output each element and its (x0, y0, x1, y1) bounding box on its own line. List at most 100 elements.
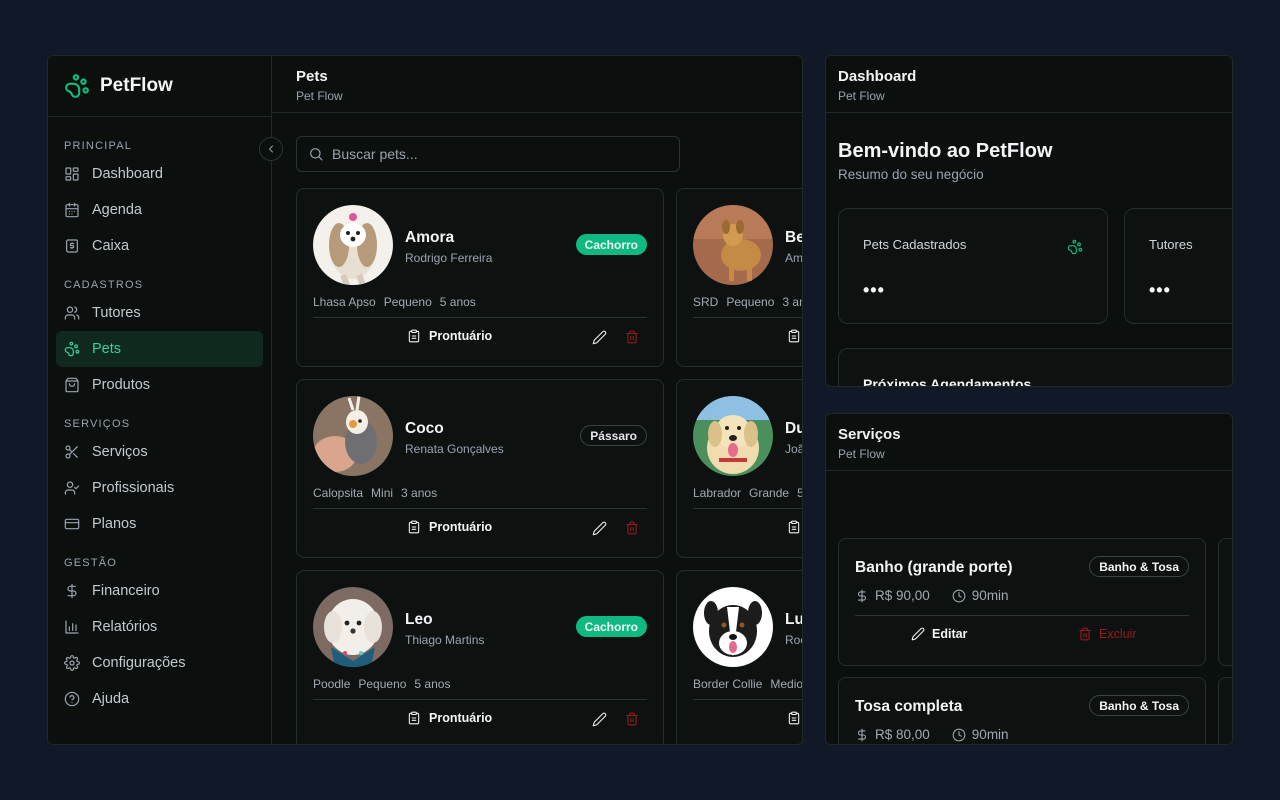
pet-owner: Joã (785, 442, 803, 456)
service-card-partial[interactable] (1218, 677, 1232, 744)
dashboard-window: Dashboard Pet Flow Bem-vindo ao PetFlow … (825, 55, 1233, 387)
trash-icon[interactable] (625, 712, 639, 726)
medical-record-button[interactable]: Prontuário (787, 520, 802, 534)
collapse-sidebar-button[interactable] (259, 137, 283, 161)
pet-card[interactable]: Amora Rodrigo Ferreira Cachorro Lhasa Ap… (296, 188, 664, 367)
dashboard-header: Dashboard Pet Flow (826, 56, 1232, 113)
section-servicos: SERVIÇOS (64, 418, 131, 430)
pet-photo-border-collie (693, 587, 773, 667)
pet-card[interactable]: Coco Renata Gonçalves Pássaro Calopsita M… (296, 379, 664, 558)
medical-record-button[interactable]: Prontuário (407, 329, 492, 343)
search-placeholder: Buscar pets... (332, 146, 418, 162)
sidebar-item-label: Agenda (92, 202, 142, 218)
pet-breed: Border Collie (693, 677, 763, 691)
pet-photo-srd (693, 205, 773, 285)
dashboard-title: Dashboard (838, 68, 917, 85)
pet-owner: Roc (785, 633, 802, 647)
pet-photo-calopsita (313, 396, 393, 476)
clipboard-icon (407, 329, 421, 343)
sidebar-item-tutores[interactable]: Tutores (56, 295, 263, 331)
pet-owner: Am (785, 251, 803, 265)
pet-details: Lhasa Apso Pequeno 5 anos (313, 295, 484, 309)
brand[interactable]: PetFlow (48, 56, 271, 117)
medical-record-button[interactable]: Prontuário (787, 329, 802, 343)
service-card[interactable]: Tosa completa Banho & Tosa R$ 80,00 90mi… (838, 677, 1206, 744)
sidebar-item-relatorios[interactable]: Relatórios (56, 609, 263, 645)
trash-icon[interactable] (625, 521, 639, 535)
pet-card[interactable]: Leo Thiago Martins Cachorro Poodle Pequen… (296, 570, 664, 744)
delete-service-button[interactable]: Excluir (1078, 627, 1137, 641)
search-input[interactable]: Buscar pets... (296, 136, 680, 172)
sidebar-item-label: Ajuda (92, 691, 130, 707)
sidebar-item-financeiro[interactable]: Financeiro (56, 573, 263, 609)
pet-size: Grande (749, 486, 790, 500)
sidebar-item-dashboard[interactable]: Dashboard (56, 156, 263, 192)
dollar-icon (855, 589, 869, 603)
divider (693, 699, 802, 700)
pet-age: 5 anos (439, 295, 476, 309)
pet-name: Leo (405, 611, 433, 628)
paw-logo-icon (64, 73, 90, 99)
service-price: R$ 80,00 (875, 727, 930, 742)
edit-service-button[interactable]: Editar (911, 627, 967, 641)
species-badge: Pássaro (580, 425, 647, 446)
pet-details: Calopsita Mini 3 anos (313, 486, 445, 500)
pet-details: Poodle Pequeno 5 anos (313, 677, 458, 691)
sidebar-item-agenda[interactable]: Agenda (56, 192, 263, 228)
pet-details: Border Collie Medio (693, 677, 802, 691)
layout-dashboard-icon (64, 166, 80, 182)
sidebar-item-ajuda[interactable]: Ajuda (56, 681, 263, 717)
stat-card-pets: Pets Cadastrados ••• (838, 208, 1108, 324)
clipboard-icon (407, 520, 421, 534)
species-badge: Cachorro (575, 234, 647, 255)
pet-size: Pequeno (358, 677, 407, 691)
edit-pencil-icon[interactable] (592, 521, 607, 536)
medical-record-button[interactable]: Prontuário (787, 711, 802, 725)
service-duration: 90min (971, 588, 1009, 603)
pet-details: SRD Pequeno 3 an (693, 295, 802, 309)
service-card-partial[interactable] (1218, 538, 1232, 666)
stat-card-tutores: Tutores ••• (1124, 208, 1232, 324)
sidebar-item-label: Pets (92, 341, 122, 357)
species-badge: Cachorro (575, 616, 647, 637)
medical-record-button[interactable]: Prontuário (407, 711, 492, 725)
sidebar-item-caixa[interactable]: Caixa (56, 228, 263, 264)
page-title: Pets (296, 68, 328, 85)
pet-owner: Rodrigo Ferreira (405, 251, 493, 265)
sidebar-item-configuracoes[interactable]: Configurações (56, 645, 263, 681)
edit-pencil-icon[interactable] (592, 712, 607, 727)
sidebar-item-profissionais[interactable]: Profissionais (56, 470, 263, 506)
users-icon (64, 305, 80, 321)
trash-icon[interactable] (625, 330, 639, 344)
dollar-icon (64, 583, 80, 599)
pet-card[interactable]: Be Am SRD Pequeno 3 an Prontuário (676, 188, 803, 367)
paw-icon (1067, 239, 1083, 255)
sidebar-item-servicos[interactable]: Serviços (56, 434, 263, 470)
sidebar-item-label: Profissionais (92, 480, 175, 496)
shopping-bag-icon (64, 377, 80, 393)
pet-card[interactable]: Du Joã Labrador Grande 5 Prontuário (676, 379, 803, 558)
sidebar-item-planos[interactable]: Planos (56, 506, 263, 542)
user-check-icon (64, 480, 80, 496)
sidebar-item-label: Dashboard (92, 166, 163, 182)
section-cadastros: CADASTROS (64, 279, 144, 291)
divider (855, 615, 1189, 616)
service-card[interactable]: Banho (grande porte) Banho & Tosa R$ 90,… (838, 538, 1206, 666)
medical-record-label: Prontuário (429, 520, 493, 534)
sidebar-item-label: Caixa (92, 238, 130, 254)
sidebar-item-produtos[interactable]: Produtos (56, 367, 263, 403)
pet-card[interactable]: Lu Roc Border Collie Medio Prontuário (676, 570, 802, 744)
service-name: Banho (grande porte) (855, 559, 1013, 576)
pet-name: Coco (405, 420, 444, 437)
edit-pencil-icon (911, 627, 925, 641)
scissors-icon (64, 444, 80, 460)
sidebar-item-pets[interactable]: Pets (56, 331, 263, 367)
medical-record-button[interactable]: Prontuário (407, 520, 492, 534)
edit-pencil-icon[interactable] (592, 330, 607, 345)
bar-chart-icon (64, 619, 80, 635)
pet-photo-lhasa-apso (313, 205, 393, 285)
sidebar-item-label: Produtos (92, 377, 151, 393)
pet-age: 5 anos (414, 677, 451, 691)
divider (693, 508, 802, 509)
pet-name: Du (785, 420, 802, 437)
